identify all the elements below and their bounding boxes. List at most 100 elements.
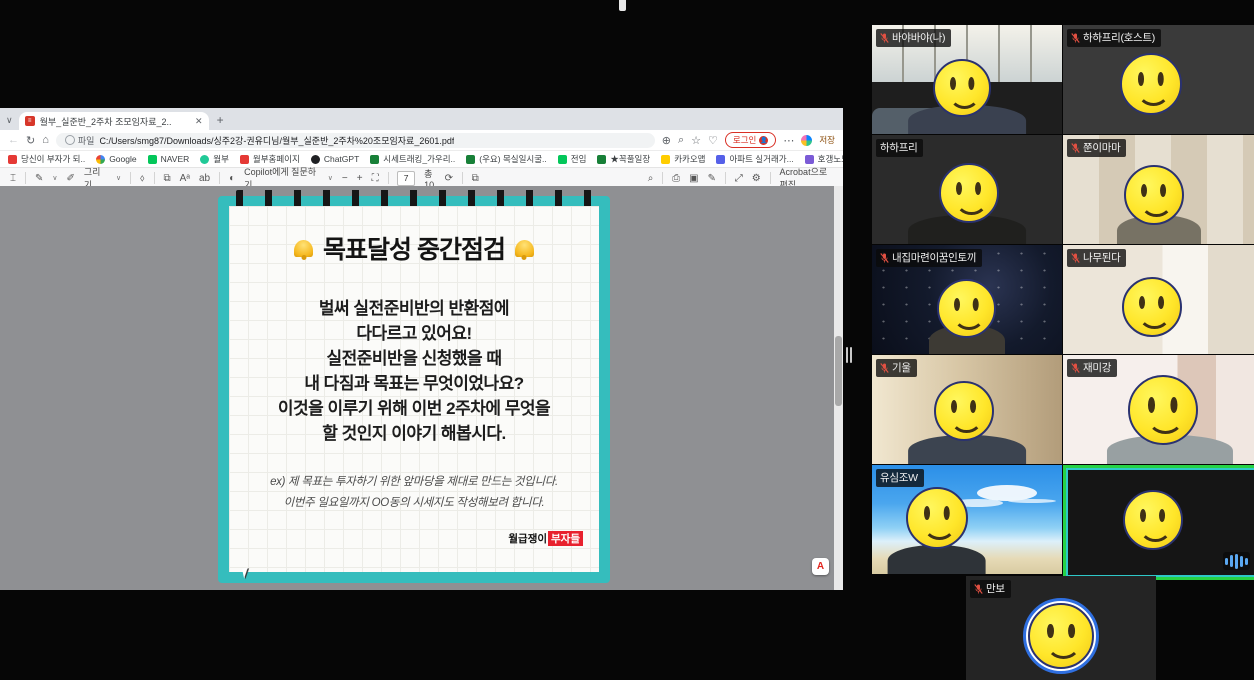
smiley-face-overlay — [1120, 53, 1182, 115]
chevron-down-icon[interactable]: ∨ — [328, 174, 333, 182]
tab-search-chevron-icon[interactable]: ∨ — [4, 115, 19, 130]
print-icon[interactable]: ⎙ — [672, 173, 680, 184]
zoom-out-icon[interactable]: − — [342, 173, 348, 184]
highlighter-icon[interactable]: ✎ — [35, 173, 43, 184]
page-info-icon[interactable] — [65, 135, 75, 145]
participant-tile[interactable]: 유심조W — [872, 465, 1062, 574]
participant-tile[interactable]: 하하프리(호스트) — [1063, 25, 1254, 134]
page-number-input[interactable] — [397, 171, 415, 186]
muted-mic-icon — [880, 362, 889, 374]
text-select-icon[interactable]: ⌶ — [10, 173, 16, 184]
bookmark-item[interactable]: ★꼭풀일장 — [597, 153, 650, 165]
save-icon[interactable]: ▣ — [689, 173, 698, 184]
zoom-in-icon[interactable]: + — [357, 173, 363, 184]
participant-name: 바야바야(나) — [892, 30, 945, 45]
collections-icon[interactable]: ♡ — [708, 134, 718, 147]
bookmark-item[interactable]: 카카오맵 — [661, 153, 705, 165]
bookmark-item[interactable]: 아파트 실거래가... — [716, 153, 793, 165]
scrollbar-thumb[interactable] — [835, 336, 842, 406]
browser-tab[interactable]: ≡ 월부_실준반_2주차 조모임자료_2.. ✕ — [19, 112, 209, 130]
bookmark-item[interactable]: (우요) 목실일시굴.. — [466, 153, 547, 165]
smiley-face-overlay — [1122, 277, 1182, 337]
bookmark-item[interactable]: 시세트래킹_가우리.. — [370, 153, 455, 165]
bookmark-item[interactable]: Google — [96, 154, 136, 164]
participant-name: 재미강 — [1083, 360, 1111, 375]
acrobat-extension-icon[interactable]: A — [812, 558, 829, 575]
bookmark-item[interactable]: 월부 — [200, 153, 229, 165]
login-button[interactable]: 로그인 👤 — [725, 132, 776, 148]
bookmark-item[interactable]: 당신이 부자가 되.. — [8, 153, 85, 165]
edge-browser-window: ∨ ≡ 월부_실준반_2주차 조모임자료_2.. ✕ + ← ↻ ⌂ 파일 C:… — [0, 108, 843, 590]
back-icon[interactable]: ← — [8, 134, 19, 146]
scrollbar[interactable] — [834, 186, 843, 590]
address-url: C:/Users/smg87/Downloads/싱주2강-권유디님/월부_실준… — [99, 134, 454, 147]
sheets-favicon — [466, 155, 475, 164]
smiley-face-overlay — [933, 59, 991, 117]
participant-name: 하하프리 — [880, 140, 917, 155]
participant-tile[interactable]: 하하프리 — [872, 135, 1062, 244]
participant-torso — [887, 545, 986, 574]
favorite-star-icon[interactable]: ☆ — [691, 134, 701, 147]
save-as-icon[interactable]: ✎ — [708, 173, 716, 184]
participant-tile[interactable]: 재미강 — [1063, 355, 1254, 464]
fit-to-page-icon[interactable]: ⛶ — [372, 173, 379, 184]
save-label[interactable]: 저장 — [819, 134, 835, 146]
fullscreen-icon[interactable]: ⤢ — [735, 173, 743, 184]
participant-name: 기울 — [892, 360, 911, 375]
two-page-view-icon[interactable]: ⧉ — [163, 173, 170, 184]
participant-tile[interactable]: 바야바야(나) — [872, 25, 1062, 134]
eraser-icon[interactable]: ⬨ — [140, 173, 145, 184]
participant-tile[interactable]: 만보 — [966, 576, 1156, 680]
bookmark-item[interactable]: 전임 — [558, 153, 587, 165]
more-menu-icon[interactable]: ⋯ — [783, 134, 794, 147]
sheets-favicon — [370, 155, 379, 164]
bookmark-label: 시세트래킹_가우리.. — [383, 153, 455, 165]
divider — [219, 172, 220, 184]
read-aloud-icon[interactable]: Aᵃ — [180, 173, 190, 184]
bookmark-item[interactable]: ChatGPT — [311, 154, 359, 164]
zoom-icon[interactable]: ⌕ — [678, 134, 684, 147]
bookmark-label: 당신이 부자가 되.. — [21, 153, 85, 165]
logo-red-text: 부자들 — [548, 531, 583, 546]
copilot-pinwheel-icon[interactable] — [801, 135, 812, 146]
rotate-icon[interactable]: ⟳ — [445, 173, 453, 184]
participant-name-label: 하하프리 — [876, 139, 923, 157]
bookmark-item[interactable]: 호갱노노 — [805, 153, 843, 165]
active-speaker-tile[interactable] — [1063, 465, 1254, 580]
refresh-icon[interactable]: ↻ — [26, 134, 35, 147]
home-icon[interactable]: ⌂ — [42, 134, 49, 146]
participant-tile[interactable]: 내집마련이꿈인토끼 — [872, 245, 1062, 354]
translate-icon[interactable]: ⊕ — [662, 134, 671, 147]
wolbu-logo: 월급쟁이 부자들 — [508, 531, 583, 546]
apt-favicon — [716, 155, 725, 164]
tab-close-icon[interactable]: ✕ — [195, 116, 203, 127]
participant-name-label: 내집마련이꿈인토끼 — [876, 249, 982, 267]
smiley-face-overlay — [1124, 165, 1184, 225]
bookmark-item[interactable]: NAVER — [148, 154, 190, 164]
chevron-down-icon[interactable]: ∨ — [52, 174, 57, 182]
bookmark-favicon — [240, 155, 249, 164]
bookmark-item[interactable]: 월부홈페이지 — [240, 153, 300, 165]
login-label: 로그인 — [733, 134, 756, 146]
page-view-icon[interactable]: ⧉ — [472, 173, 479, 184]
hogangnono-favicon — [805, 155, 814, 164]
search-icon[interactable]: ⌕ — [648, 173, 654, 184]
draw-icon[interactable]: ✐ — [66, 173, 74, 184]
participant-name-label: 쭌이마마 — [1067, 139, 1126, 157]
window-separator-handle[interactable] — [846, 347, 854, 363]
avatar-ring — [1023, 598, 1099, 674]
bell-icon — [515, 240, 534, 257]
participant-tile[interactable]: 쭌이마마 — [1063, 135, 1254, 244]
text-tool-icon[interactable]: ab — [199, 173, 210, 184]
chevron-down-icon[interactable]: ∨ — [116, 174, 121, 182]
address-field[interactable]: 파일 C:/Users/smg87/Downloads/싱주2강-권유디님/월부… — [56, 133, 655, 148]
participant-name-label: 바야바야(나) — [876, 29, 951, 47]
settings-gear-icon[interactable]: ⚙ — [752, 173, 761, 184]
participant-tile[interactable]: 기울 — [872, 355, 1062, 464]
new-tab-button[interactable]: + — [209, 113, 234, 130]
pdf-viewer-content[interactable]: 목표달성 중간점검 벌써 실전준비반의 반환점에 다다르고 있어요! 실전준비반… — [0, 186, 843, 590]
copilot-icon[interactable]: ◐ — [229, 173, 235, 184]
body-text: 벌써 실전준비반의 반환점에 다다르고 있어요! 실전준비반을 신청했을 때 내… — [229, 296, 599, 446]
participant-name-label: 하하프리(호스트) — [1067, 29, 1161, 47]
participant-tile[interactable]: 나무된다 — [1063, 245, 1254, 354]
